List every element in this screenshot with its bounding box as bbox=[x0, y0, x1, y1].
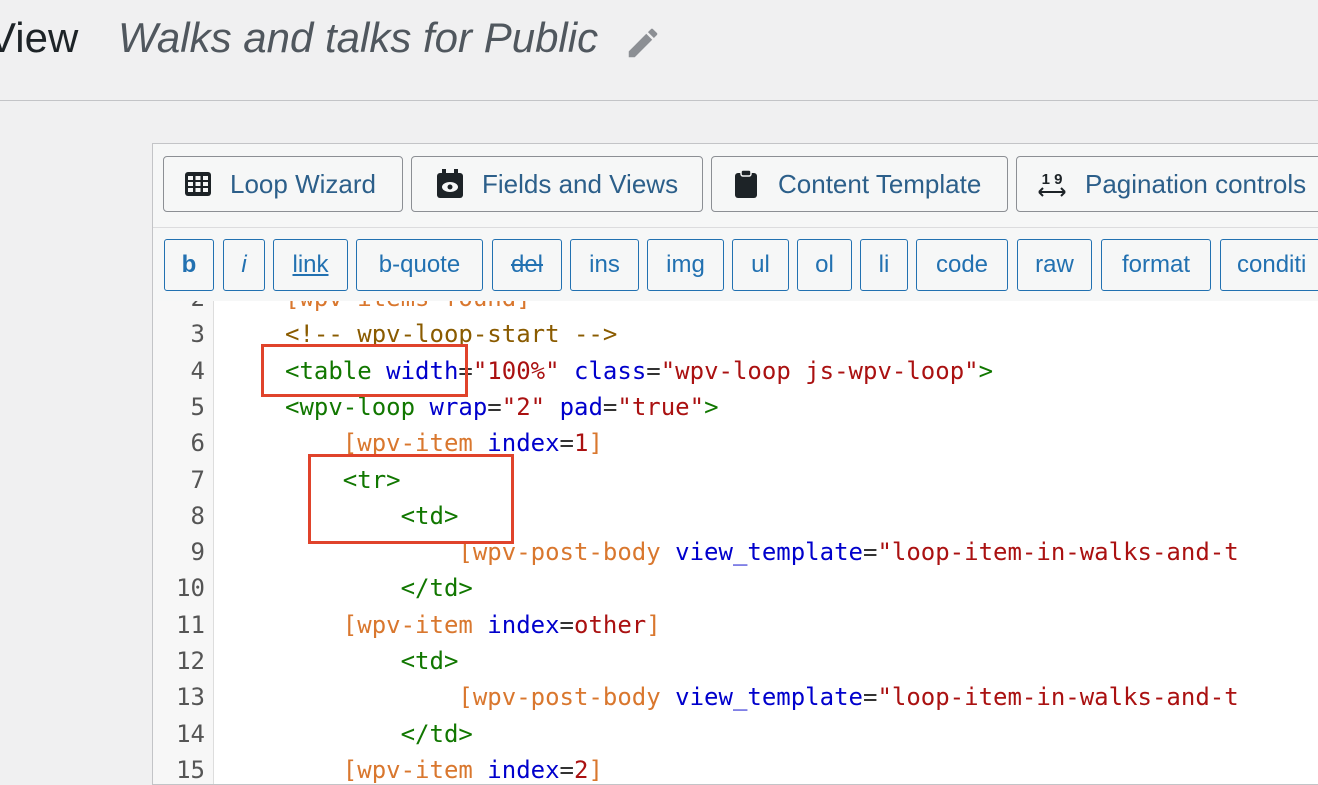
code-token: [wpv-post-body bbox=[285, 683, 676, 712]
highlight-box-table bbox=[261, 344, 468, 397]
code-token: = bbox=[559, 755, 574, 784]
fields-and-views-label: Fields and Views bbox=[482, 168, 679, 199]
code-token: wrap bbox=[429, 392, 488, 421]
code-token: [wpv-item bbox=[285, 429, 488, 458]
code-token: view_template bbox=[675, 538, 863, 567]
code-token: 1 bbox=[574, 429, 589, 458]
code-line[interactable]: </td> bbox=[285, 574, 473, 602]
code-line[interactable]: [wpv-item index=1] bbox=[285, 429, 603, 457]
pencil-icon[interactable] bbox=[624, 24, 662, 62]
clipboard-icon bbox=[732, 169, 760, 198]
code-line[interactable]: [wpv-item index=2] bbox=[285, 756, 603, 784]
line-number: 3 bbox=[190, 320, 205, 349]
pagination-controls-label: Pagination controls bbox=[1085, 168, 1307, 199]
quicktag-ol[interactable]: ol bbox=[797, 239, 852, 291]
code-token: pad bbox=[559, 392, 603, 421]
code-token: > bbox=[978, 356, 994, 385]
editor-toolbar: Loop Wizard Fields and Views Content Tem… bbox=[153, 144, 1318, 227]
quicktag-conditional[interactable]: conditi bbox=[1220, 239, 1318, 291]
fields-and-views-button[interactable]: Fields and Views bbox=[411, 156, 703, 212]
code-token: ] bbox=[588, 429, 603, 458]
code-token: ] bbox=[646, 610, 661, 639]
quicktag-code[interactable]: code bbox=[916, 239, 1008, 291]
code-token: = bbox=[862, 683, 878, 712]
code-token: ] bbox=[588, 755, 603, 784]
code-token: "loop-item-in-walks-and-t bbox=[877, 683, 1239, 712]
code-token: = bbox=[559, 610, 574, 639]
quicktag-li[interactable]: li bbox=[860, 239, 908, 291]
code-line[interactable]: [wpv-post-body view_template="loop-item-… bbox=[285, 683, 1239, 712]
code-token: index bbox=[487, 610, 560, 639]
code-token: = bbox=[862, 538, 878, 567]
code-line[interactable]: [wpv-item index=other] bbox=[285, 611, 661, 639]
code-token: "wpv-loop js-wpv-loop" bbox=[660, 356, 979, 385]
line-number: 12 bbox=[176, 647, 205, 675]
quicktag-del[interactable]: del bbox=[492, 239, 562, 291]
quicktag-raw[interactable]: raw bbox=[1017, 239, 1092, 291]
code-token: 2 bbox=[574, 755, 589, 784]
code-token: = bbox=[487, 392, 502, 421]
code-token: [wpv-item bbox=[285, 610, 488, 639]
highlight-box-tr-td bbox=[308, 454, 514, 544]
line-number: 13 bbox=[176, 683, 205, 712]
line-number: 14 bbox=[176, 719, 205, 748]
quicktag-img[interactable]: img bbox=[647, 239, 724, 291]
quicktag-i[interactable]: i bbox=[223, 239, 265, 291]
content-template-label: Content Template bbox=[778, 168, 982, 199]
quicktag-ul[interactable]: ul bbox=[732, 239, 789, 291]
view-title[interactable]: Walks and talks for Public bbox=[118, 14, 598, 62]
quicktag-b-quote[interactable]: b-quote bbox=[356, 239, 483, 291]
quicktag-link[interactable]: link bbox=[273, 239, 348, 291]
quicktags-toolbar: b i link b-quote del ins img ul ol li co… bbox=[153, 227, 1318, 302]
code-token: index bbox=[487, 755, 560, 784]
line-number: 10 bbox=[176, 574, 205, 603]
line-number: 5 bbox=[190, 392, 205, 421]
quicktag-ins[interactable]: ins bbox=[570, 239, 639, 291]
content-template-button[interactable]: Content Template bbox=[711, 156, 1008, 212]
code-token: other bbox=[574, 610, 647, 639]
line-number: 6 bbox=[190, 429, 205, 458]
pagination-icon-digits: 1 9 bbox=[1041, 170, 1063, 188]
code-token: "loop-item-in-walks-and-t bbox=[877, 538, 1239, 567]
code-token: class bbox=[574, 356, 647, 385]
code-token: index bbox=[487, 429, 560, 458]
code-line[interactable]: [wpv-items-found] bbox=[285, 301, 531, 312]
line-number: 11 bbox=[176, 610, 205, 639]
code-line[interactable]: <td> bbox=[285, 647, 459, 675]
code-token: [wpv-items-found] bbox=[285, 301, 531, 312]
code-token: "2" bbox=[501, 392, 546, 421]
code-token: > bbox=[704, 392, 719, 421]
line-number: 7 bbox=[190, 465, 205, 494]
code-token: "true" bbox=[617, 392, 705, 421]
code-token: <wpv-loop bbox=[285, 392, 430, 421]
calendar-eye-icon bbox=[436, 169, 464, 198]
line-number: 8 bbox=[190, 501, 205, 530]
code-token: = bbox=[602, 392, 618, 421]
code-token: "100%" bbox=[472, 356, 560, 385]
pagination-icon: 1 9 bbox=[1037, 170, 1067, 198]
code-line[interactable]: <wpv-loop wrap="2" pad="true"> bbox=[285, 393, 719, 421]
code-token: </td> bbox=[285, 719, 473, 748]
code-token: = bbox=[646, 356, 661, 385]
quicktag-b[interactable]: b bbox=[164, 239, 214, 291]
loop-wizard-button[interactable]: Loop Wizard bbox=[163, 156, 403, 212]
line-number: 9 bbox=[190, 538, 205, 567]
loop-wizard-label: Loop Wizard bbox=[230, 168, 376, 199]
page-type-label: View bbox=[0, 14, 79, 61]
quicktag-format[interactable]: format bbox=[1101, 239, 1211, 291]
code-token: </td> bbox=[285, 574, 473, 603]
grid-icon bbox=[184, 170, 212, 198]
code-token: [wpv-item bbox=[285, 755, 488, 784]
pagination-controls-button[interactable]: 1 9 Pagination controls bbox=[1016, 156, 1318, 212]
line-number: 15 bbox=[176, 755, 205, 784]
code-token: = bbox=[559, 429, 574, 458]
code-token: <td> bbox=[285, 647, 459, 675]
line-number: 4 bbox=[190, 356, 205, 385]
code-line[interactable]: </td> bbox=[285, 720, 473, 748]
line-number: 2 bbox=[153, 301, 205, 312]
page-header: View Walks and talks for Public bbox=[0, 0, 1318, 101]
code-token: view_template bbox=[675, 683, 863, 712]
